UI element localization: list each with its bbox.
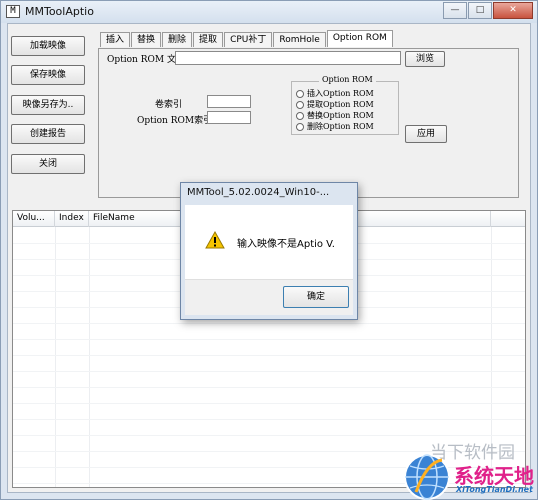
option-rom-file-input[interactable] (175, 51, 401, 65)
list-row-gridline (13, 371, 525, 372)
option-rom-groupbox: Option ROM 插入Option ROM 提取Option ROM 替换O… (291, 75, 399, 135)
save-image-as-button[interactable]: 映像另存为.. (11, 95, 85, 115)
warning-icon (205, 231, 225, 249)
tab-replace[interactable]: 替换 (131, 32, 162, 47)
tab-bar: 插入 替换 删除 提取 CPU补丁 RomHole Option ROM (100, 30, 394, 47)
tab-romhole[interactable]: RomHole (273, 32, 326, 47)
tab-cpu-patch[interactable]: CPU补丁 (224, 32, 273, 47)
radio-label: 提取Option ROM (307, 100, 374, 109)
radio-button-icon[interactable] (296, 89, 304, 98)
close-button[interactable]: 关闭 (11, 154, 85, 174)
dialog-body: 输入映像不是Aptio V. (185, 205, 353, 279)
column-header-volume[interactable]: Volu... (13, 211, 55, 227)
apply-button[interactable]: 应用 (405, 125, 447, 143)
maximize-button[interactable]: □ (468, 2, 492, 19)
watermark-url: XiTongTianDi.net (456, 485, 533, 494)
dialog-title: MMTool_5.02.0024_Win10-... (187, 187, 330, 198)
load-image-button[interactable]: 加载映像 (11, 36, 85, 56)
create-report-button[interactable]: 创建报告 (11, 124, 85, 144)
list-row-gridline (13, 403, 525, 404)
watermark-logo-icon (404, 454, 450, 500)
app-icon: M (6, 5, 20, 18)
option-rom-panel: Option ROM 文 浏览 卷索引 Option ROM索引 Option … (98, 48, 519, 198)
column-header-index[interactable]: Index (55, 211, 89, 227)
column-divider (89, 227, 90, 487)
tab-extract[interactable]: 提取 (193, 32, 224, 47)
column-divider (55, 227, 56, 487)
volume-index-label: 卷索引 (155, 100, 183, 110)
save-image-button[interactable]: 保存映像 (11, 65, 85, 85)
list-row-gridline (13, 355, 525, 356)
title-bar[interactable]: M MMToolAptio — □ ✕ (1, 1, 537, 23)
radio-button-icon[interactable] (296, 122, 304, 131)
radio-extract-option-rom[interactable]: 提取Option ROM (296, 99, 374, 110)
radio-label: 删除Option ROM (307, 122, 374, 131)
radio-button-icon[interactable] (296, 100, 304, 109)
volume-index-input[interactable] (207, 95, 251, 108)
list-row-gridline (13, 323, 525, 324)
list-row-gridline (13, 419, 525, 420)
message-dialog: MMTool_5.02.0024_Win10-... 输入映像不是Aptio V… (180, 182, 358, 320)
minimize-button[interactable]: — (443, 2, 467, 19)
tab-delete[interactable]: 删除 (162, 32, 193, 47)
column-header-extra[interactable] (491, 211, 525, 227)
radio-delete-option-rom[interactable]: 删除Option ROM (296, 121, 374, 132)
option-rom-file-label: Option ROM 文 (107, 55, 176, 65)
dialog-footer: 确定 (185, 279, 353, 315)
close-window-button[interactable]: ✕ (493, 2, 533, 19)
radio-label: 插入Option ROM (307, 89, 374, 98)
option-rom-index-label: Option ROM索引 (137, 116, 213, 126)
browse-button[interactable]: 浏览 (405, 51, 445, 67)
option-rom-group-title: Option ROM (319, 75, 376, 84)
radio-label: 替换Option ROM (307, 111, 374, 120)
tab-option-rom[interactable]: Option ROM (326, 30, 393, 47)
option-rom-index-input[interactable] (207, 111, 251, 124)
window-title: MMToolAptio (25, 5, 94, 18)
list-row-gridline (13, 435, 525, 436)
tab-insert[interactable]: 插入 (100, 32, 131, 47)
list-row-gridline (13, 339, 525, 340)
list-row-gridline (13, 387, 525, 388)
radio-replace-option-rom[interactable]: 替换Option ROM (296, 110, 374, 121)
ok-button[interactable]: 确定 (283, 286, 349, 308)
dialog-message: 输入映像不是Aptio V. (237, 239, 335, 250)
radio-insert-option-rom[interactable]: 插入Option ROM (296, 88, 374, 99)
radio-button-icon[interactable] (296, 111, 304, 120)
